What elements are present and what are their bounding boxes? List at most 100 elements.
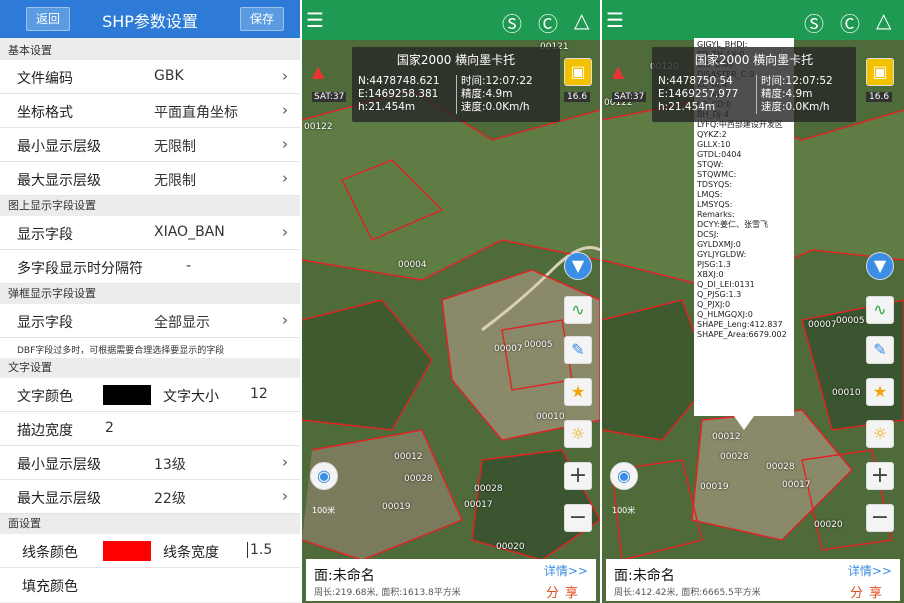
max-level-row[interactable]: 最大显示层级 无限制 ›: [0, 162, 300, 196]
text-color-swatch[interactable]: [103, 385, 151, 405]
feature-name: 面:未命名: [614, 568, 675, 584]
settings-header: 返回 SHP参数设置 保存: [0, 0, 300, 38]
separator-value: -: [186, 258, 192, 274]
max-level-label: 最大显示层级: [17, 173, 101, 189]
stroke-width-label: 描边宽度: [17, 423, 73, 439]
separator-row[interactable]: 多字段显示时分隔符 -: [0, 250, 300, 284]
parcel-label: 00007: [494, 344, 523, 354]
encoding-row[interactable]: 文件编码 GBK ›: [0, 60, 300, 94]
parcel-label: 00017: [464, 500, 493, 510]
locate-icon[interactable]: ◉: [310, 462, 338, 490]
attribute-item: GYLJYGLDW:: [697, 250, 747, 259]
height: h:21.454m: [358, 101, 416, 113]
search-icon[interactable]: Ⓢ: [502, 8, 522, 37]
satellite-count: SAT:37: [612, 92, 647, 102]
zoom-out-button[interactable]: −: [564, 504, 592, 532]
zoom-out-button[interactable]: −: [866, 504, 894, 532]
layer-icon[interactable]: ▣: [866, 58, 894, 86]
fill-color-row: 填充颜色: [0, 568, 300, 602]
chevron-right-icon: ›: [282, 135, 288, 153]
shp-settings-screen: 返回 SHP参数设置 保存 基本设置 文件编码 GBK › 坐标格式 平面直角坐…: [0, 0, 300, 603]
chevron-right-icon: ›: [282, 101, 288, 119]
chevron-right-icon: ›: [282, 169, 288, 187]
brightness-icon[interactable]: ☼: [564, 420, 592, 448]
section-popup-field: 弹框显示字段设置: [0, 284, 300, 304]
chevron-right-icon: ›: [282, 67, 288, 85]
edit-icon[interactable]: ✎: [564, 336, 592, 364]
edit-icon[interactable]: ✎: [866, 336, 894, 364]
parcel-label: 00028: [404, 474, 433, 484]
share-button[interactable]: 分享: [546, 582, 584, 601]
northing: N:4478748.621: [358, 75, 440, 87]
coord-format-row[interactable]: 坐标格式 平面直角坐标 ›: [0, 94, 300, 128]
text-size-value[interactable]: 12: [250, 386, 268, 402]
attribute-item: STQW:: [697, 160, 724, 169]
favorite-icon[interactable]: ★: [564, 378, 592, 406]
attribute-item: PJSG:1.3: [697, 260, 731, 269]
attribute-item: LMSYQS:: [697, 200, 733, 209]
popup-field-row[interactable]: 显示字段 全部显示 ›: [0, 304, 300, 338]
detail-link[interactable]: 详情>>: [848, 562, 892, 579]
track-icon[interactable]: ∿: [564, 296, 592, 324]
detail-link[interactable]: 详情>>: [544, 562, 588, 579]
accuracy: 精度:4.9m: [761, 88, 813, 100]
line-color-swatch[interactable]: [103, 541, 151, 561]
min-level-label: 最小显示层级: [17, 139, 101, 155]
menu-icon[interactable]: ☰: [306, 8, 324, 32]
feature-summary-bar: 面:未命名 周长:219.68米, 面积:1613.8平方米 详情>> 分享: [306, 559, 596, 601]
display-field-row[interactable]: 显示字段 XIAO_BAN ›: [0, 216, 300, 250]
min-level-value: 无限制: [154, 139, 196, 155]
navigation-icon[interactable]: △: [876, 8, 891, 32]
compass-icon[interactable]: ▲: [612, 62, 624, 81]
zoom-in-button[interactable]: +: [564, 462, 592, 490]
attribute-item: Q_DI_LEI:0131: [697, 280, 755, 289]
line-color-label: 线条颜色: [22, 545, 78, 561]
brightness-icon[interactable]: ☼: [866, 420, 894, 448]
parcel-label: 00028: [474, 484, 503, 494]
easting: E:1469258.381: [358, 88, 439, 100]
speed: 速度:0.0Km/h: [761, 101, 830, 113]
zoom-in-button[interactable]: +: [866, 462, 894, 490]
text-min-level-row[interactable]: 最小显示层级 13级 ›: [0, 446, 300, 480]
locate-icon[interactable]: ◉: [610, 462, 638, 490]
min-level-row[interactable]: 最小显示层级 无限制 ›: [0, 128, 300, 162]
compass-icon[interactable]: ▲: [312, 62, 324, 81]
line-width-input[interactable]: 1.5: [247, 542, 272, 558]
map-toolbar: ☰ Ⓢ Ⓒ △: [602, 0, 904, 40]
favorite-icon[interactable]: ★: [866, 378, 894, 406]
compass-direction-icon[interactable]: ▼: [564, 252, 592, 280]
text-max-level-row[interactable]: 最大显示层级 22级 ›: [0, 480, 300, 514]
menu-icon[interactable]: ☰: [606, 8, 624, 32]
easting: E:1469257.977: [658, 88, 739, 100]
share-button[interactable]: 分享: [850, 582, 888, 601]
text-min-level-value: 13级: [154, 457, 186, 473]
track-icon[interactable]: ∿: [866, 296, 894, 324]
save-button[interactable]: 保存: [239, 7, 284, 31]
display-field-value: XIAO_BAN: [154, 224, 225, 240]
parcel-label: 00017: [782, 480, 811, 490]
map-screen-2: 0012000122000070000500010000120002800019…: [602, 0, 904, 603]
encoding-value: GBK: [154, 68, 184, 84]
coordinate-system: 国家2000 横向墨卡托: [694, 53, 814, 67]
search-coordinate-icon[interactable]: Ⓒ: [538, 8, 558, 37]
parcel-label: 00012: [394, 452, 423, 462]
zoom-level: 16.6: [866, 92, 893, 102]
search-coordinate-icon[interactable]: Ⓒ: [840, 8, 860, 37]
popup-field-label: 显示字段: [17, 315, 73, 331]
attribute-item: Q_PJXJ:0: [697, 300, 731, 309]
stroke-width-row[interactable]: 描边宽度 2: [0, 412, 300, 446]
parcel-label: 00010: [832, 388, 861, 398]
attribute-item: STQWMC:: [697, 170, 737, 179]
attribute-item: Q_HLMGQXJ:0: [697, 310, 753, 319]
attribute-item: DCYY:姜仁、张雪飞: [697, 220, 769, 229]
separator-label: 多字段显示时分隔符: [17, 261, 143, 277]
section-face: 面设置: [0, 514, 300, 534]
popup-field-note: DBF字段过多时，可根据需要合理选择要显示的字段: [0, 338, 300, 358]
layer-icon[interactable]: ▣: [564, 58, 592, 86]
text-max-level-value: 22级: [154, 491, 186, 507]
navigation-icon[interactable]: △: [574, 8, 589, 32]
position-info-panel: 国家2000 横向墨卡托 N:4478750.54 E:1469257.977 …: [652, 47, 856, 122]
compass-direction-icon[interactable]: ▼: [866, 252, 894, 280]
search-icon[interactable]: Ⓢ: [804, 8, 824, 37]
stroke-width-value[interactable]: 2: [105, 420, 114, 436]
